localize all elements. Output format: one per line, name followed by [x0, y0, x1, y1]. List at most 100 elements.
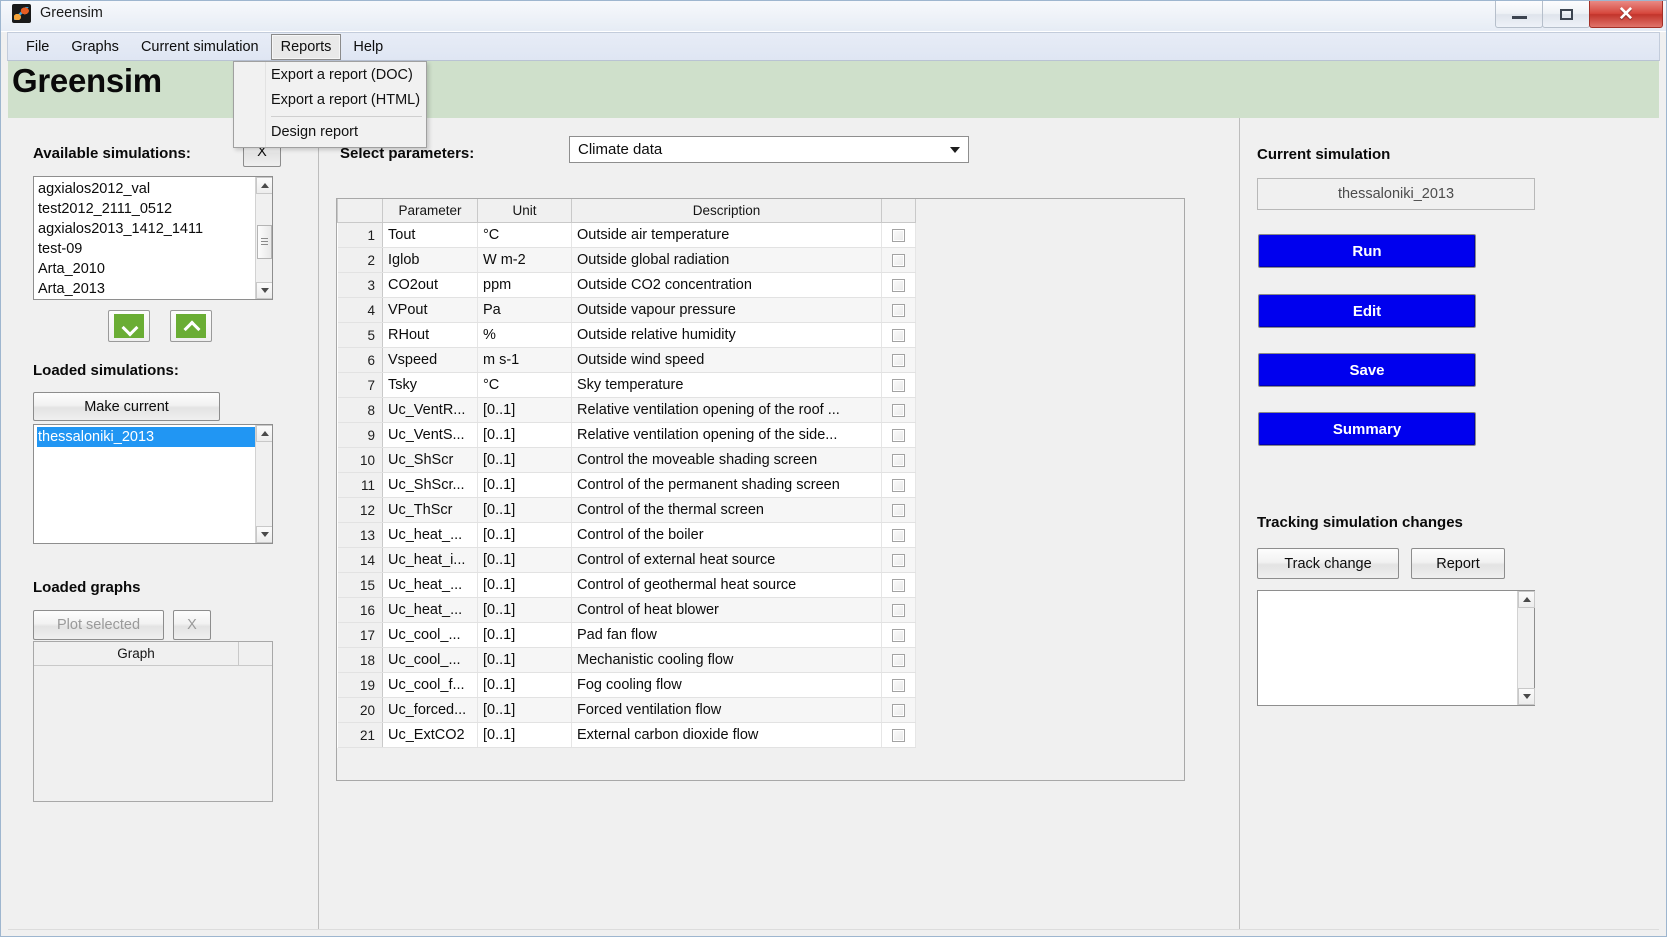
edit-button[interactable]: Edit — [1258, 294, 1476, 328]
checkbox-icon[interactable] — [892, 328, 905, 342]
cell-checkbox[interactable] — [881, 347, 916, 373]
cell-checkbox[interactable] — [881, 697, 916, 723]
cell-checkbox[interactable] — [881, 597, 916, 623]
table-row[interactable]: 2 Iglob W m-2 Outside global radiation — [337, 247, 916, 273]
parameters-table[interactable]: Parameter Unit Description 1 Tout °C Outsid… — [337, 199, 916, 748]
table-row[interactable]: 4 VPout Pa Outside vapour pressure — [337, 297, 916, 323]
move-up-button[interactable] — [170, 310, 212, 342]
cell-checkbox[interactable] — [881, 322, 916, 348]
checkbox-icon[interactable] — [892, 603, 905, 617]
checkbox-icon[interactable] — [892, 378, 905, 392]
checkbox-icon[interactable] — [892, 428, 905, 442]
minimize-button[interactable] — [1495, 1, 1543, 28]
cell-checkbox[interactable] — [881, 622, 916, 648]
loaded-list-scrollbar[interactable] — [255, 425, 272, 543]
table-row[interactable]: 10 Uc_ShScr [0..1] Control the moveable sha… — [337, 447, 916, 473]
cell-checkbox[interactable] — [881, 647, 916, 673]
scroll-up-button[interactable] — [1518, 591, 1535, 608]
graphs-table[interactable]: Graph — [33, 641, 273, 802]
plot-selected-button[interactable]: Plot selected — [33, 610, 164, 640]
table-row[interactable]: 16 Uc_heat_... [0..1] Control of heat blowe… — [337, 597, 916, 623]
move-down-button[interactable] — [108, 310, 150, 342]
table-row[interactable]: 6 Vspeed m s-1 Outside wind speed — [337, 347, 916, 373]
menu-export-report-html[interactable]: Export a report (HTML) — [234, 88, 426, 113]
scrollbar-thumb[interactable] — [257, 225, 272, 259]
checkbox-icon[interactable] — [892, 353, 905, 367]
table-row[interactable]: 19 Uc_cool_f... [0..1] Fog cooling flow — [337, 672, 916, 698]
cell-checkbox[interactable] — [881, 472, 916, 498]
menu-export-report-doc[interactable]: Export a report (DOC) — [234, 63, 426, 88]
table-row[interactable]: 14 Uc_heat_i... [0..1] Control of external … — [337, 547, 916, 573]
cell-checkbox[interactable] — [881, 547, 916, 573]
table-row[interactable]: 11 Uc_ShScr... [0..1] Control of the perman… — [337, 472, 916, 498]
checkbox-icon[interactable] — [892, 653, 905, 667]
cell-checkbox[interactable] — [881, 572, 916, 598]
cell-checkbox[interactable] — [881, 722, 916, 748]
checkbox-icon[interactable] — [892, 478, 905, 492]
checkbox-icon[interactable] — [892, 703, 905, 717]
checkbox-icon[interactable] — [892, 553, 905, 567]
table-row[interactable]: 9 Uc_VentS... [0..1] Relative ventilation o… — [337, 422, 916, 448]
menu-item-help[interactable]: Help — [343, 34, 393, 60]
summary-button[interactable]: Summary — [1258, 412, 1476, 446]
scroll-down-button[interactable] — [1518, 688, 1535, 705]
available-list-scrollbar[interactable] — [255, 177, 272, 299]
table-row[interactable]: 7 Tsky °C Sky temperature — [337, 372, 916, 398]
table-row[interactable]: 15 Uc_heat_... [0..1] Control of geothermal… — [337, 572, 916, 598]
make-current-button[interactable]: Make current — [33, 392, 220, 421]
checkbox-icon[interactable] — [892, 228, 905, 242]
list-item[interactable]: agxialos2013_1412_1411 — [37, 219, 255, 239]
list-item[interactable]: Arta_2010 — [37, 259, 255, 279]
checkbox-icon[interactable] — [892, 528, 905, 542]
table-row[interactable]: 1 Tout °C Outside air temperature — [337, 222, 916, 248]
parameter-category-dropdown[interactable]: Climate data — [569, 136, 969, 163]
scroll-up-button[interactable] — [256, 425, 272, 442]
checkbox-icon[interactable] — [892, 453, 905, 467]
loaded-simulations-listbox[interactable]: thessaloniki_2013 — [33, 424, 273, 544]
table-row[interactable]: 21 Uc_ExtCO2 [0..1] External carbon dioxide… — [337, 722, 916, 748]
table-row[interactable]: 3 CO2out ppm Outside CO2 concentration — [337, 272, 916, 298]
scroll-up-button[interactable] — [256, 177, 272, 194]
checkbox-icon[interactable] — [892, 678, 905, 692]
cell-checkbox[interactable] — [881, 397, 916, 423]
scroll-down-button[interactable] — [256, 282, 272, 299]
checkbox-icon[interactable] — [892, 728, 905, 742]
tracking-log-scrollbar[interactable] — [1517, 591, 1535, 705]
cell-checkbox[interactable] — [881, 497, 916, 523]
table-row[interactable]: 18 Uc_cool_... [0..1] Mechanistic cooling f… — [337, 647, 916, 673]
table-row[interactable]: 8 Uc_VentR... [0..1] Relative ventilation o… — [337, 397, 916, 423]
close-button[interactable]: ✕ — [1589, 1, 1663, 28]
tracking-log-box[interactable] — [1257, 590, 1535, 706]
table-row[interactable]: 5 RHout% Outside relative humidity — [337, 322, 916, 348]
checkbox-icon[interactable] — [892, 503, 905, 517]
scroll-down-button[interactable] — [256, 526, 272, 543]
maximize-button[interactable] — [1542, 1, 1590, 28]
table-row[interactable]: 17 Uc_cool_... [0..1] Pad fan flow — [337, 622, 916, 648]
menu-design-report[interactable]: Design report — [234, 120, 426, 145]
save-button[interactable]: Save — [1258, 353, 1476, 387]
cell-checkbox[interactable] — [881, 297, 916, 323]
cell-checkbox[interactable] — [881, 447, 916, 473]
cell-checkbox[interactable] — [881, 247, 916, 273]
menu-item-file[interactable]: File — [16, 34, 59, 60]
checkbox-icon[interactable] — [892, 303, 905, 317]
checkbox-icon[interactable] — [892, 278, 905, 292]
checkbox-icon[interactable] — [892, 578, 905, 592]
list-item-selected[interactable]: thessaloniki_2013 — [37, 427, 255, 447]
menu-item-reports[interactable]: Reports — [270, 33, 342, 60]
list-item[interactable]: Arta_2013 — [37, 279, 255, 299]
checkbox-icon[interactable] — [892, 253, 905, 267]
checkbox-icon[interactable] — [892, 403, 905, 417]
cell-checkbox[interactable] — [881, 522, 916, 548]
menu-item-current-simulation[interactable]: Current simulation — [131, 34, 269, 60]
clear-graphs-button[interactable]: X — [173, 610, 211, 640]
menu-item-graphs[interactable]: Graphs — [61, 34, 129, 60]
checkbox-icon[interactable] — [892, 628, 905, 642]
run-button[interactable]: Run — [1258, 234, 1476, 268]
cell-checkbox[interactable] — [881, 372, 916, 398]
report-button[interactable]: Report — [1411, 548, 1505, 579]
list-item[interactable]: agxialos2012_val — [37, 179, 255, 199]
track-change-button[interactable]: Track change — [1257, 548, 1399, 579]
table-row[interactable]: 20 Uc_forced... [0..1] Forced ventilation f… — [337, 697, 916, 723]
list-item[interactable]: test-09 — [37, 239, 255, 259]
